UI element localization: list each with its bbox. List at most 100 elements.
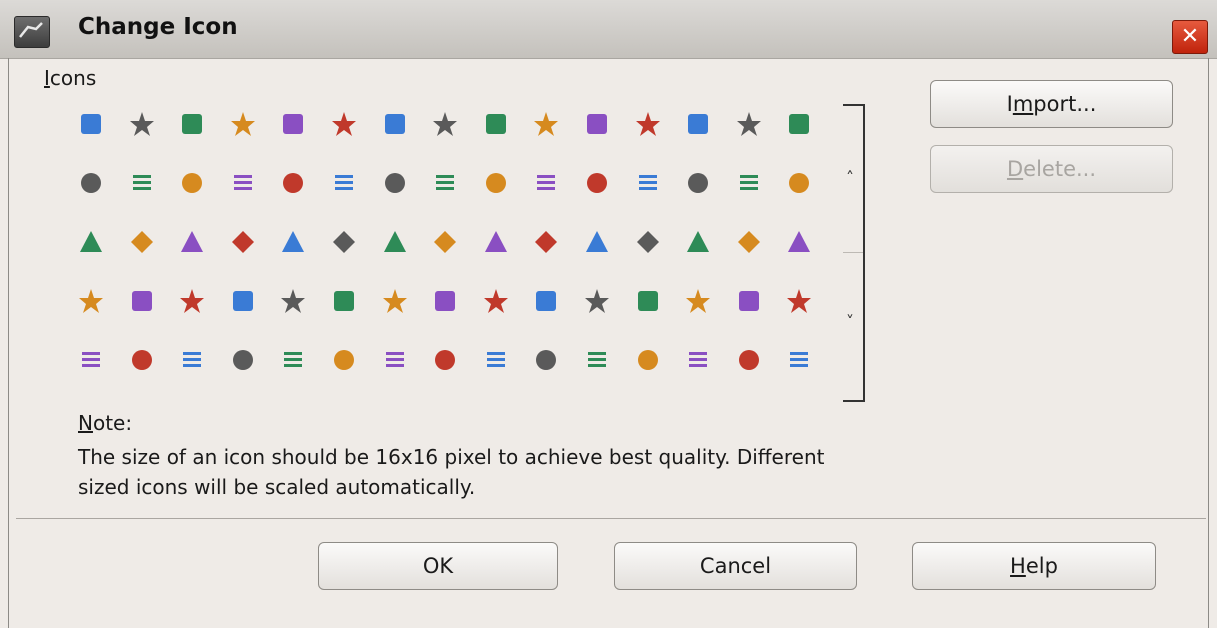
import-label-end: port... <box>1033 92 1097 116</box>
image-landscape-icon[interactable] <box>479 284 513 318</box>
align-left-icon[interactable] <box>580 107 614 141</box>
frame-icon[interactable] <box>631 107 665 141</box>
diamond-icon[interactable] <box>276 284 310 318</box>
align-center-icon[interactable] <box>378 284 412 318</box>
window-border-left <box>8 58 9 628</box>
delete-label-mnemonic: D <box>1006 157 1024 181</box>
bracket-icon[interactable] <box>782 225 816 259</box>
icon-grid[interactable] <box>74 107 834 397</box>
triangle-filled-icon[interactable] <box>226 343 260 377</box>
cancel-button[interactable]: Cancel <box>614 542 857 590</box>
underline-icon[interactable] <box>529 343 563 377</box>
form-doc-icon[interactable] <box>74 284 108 318</box>
pin-flag-icon[interactable] <box>529 284 563 318</box>
play-star-icon[interactable] <box>125 284 159 318</box>
icons-label: Icons <box>44 66 96 90</box>
arrow-down-outline-icon[interactable] <box>580 284 614 318</box>
triangle-outline-icon[interactable] <box>580 343 614 377</box>
text-doc-icon[interactable] <box>74 343 108 377</box>
macro-scroll-icon[interactable] <box>74 107 108 141</box>
arc-curve-icon[interactable] <box>631 284 665 318</box>
square-split-icon[interactable] <box>631 343 665 377</box>
autospellcheck-icon[interactable] <box>175 107 209 141</box>
play-box-icon[interactable] <box>226 284 260 318</box>
insert-field-icon[interactable] <box>631 166 665 200</box>
window-border-right <box>1208 58 1209 628</box>
stepper-icon[interactable] <box>175 284 209 318</box>
cut-doc-icon[interactable] <box>175 343 209 377</box>
rounded-outline-icon[interactable] <box>428 225 462 259</box>
delete-label-end: elete... <box>1023 157 1097 181</box>
arrow-right-icon[interactable] <box>479 107 513 141</box>
user-edit-icon[interactable] <box>782 107 816 141</box>
slant-line-icon[interactable] <box>378 166 412 200</box>
calendar-icon[interactable] <box>226 166 260 200</box>
doc-list-icon[interactable] <box>378 225 412 259</box>
button-icon[interactable] <box>125 166 159 200</box>
folder-tab-icon[interactable] <box>125 343 159 377</box>
x-box-icon[interactable] <box>327 166 361 200</box>
abc-accent-icon[interactable] <box>479 166 513 200</box>
star-four-icon[interactable] <box>681 107 715 141</box>
merge-arrows-icon[interactable] <box>327 284 361 318</box>
scroll-down-icon[interactable]: ˅ <box>846 312 854 331</box>
edit-folder-icon[interactable] <box>327 343 361 377</box>
close-button[interactable]: ✕ <box>1172 20 1208 54</box>
stamp-icon[interactable] <box>428 166 462 200</box>
currency-percent-icon[interactable] <box>732 225 766 259</box>
footer-separator <box>16 518 1206 519</box>
triangle-down-icon[interactable] <box>479 225 513 259</box>
magic-wand-icon[interactable] <box>782 166 816 200</box>
cross-blue-icon[interactable] <box>175 225 209 259</box>
grid-small-icon[interactable] <box>732 166 766 200</box>
rounded-rect-icon[interactable] <box>74 225 108 259</box>
note-title-mnemonic: N <box>78 411 93 435</box>
double-button-icon[interactable] <box>125 225 159 259</box>
find-user-icon[interactable] <box>782 284 816 318</box>
callout-icon[interactable] <box>529 225 563 259</box>
table-yellow-icon[interactable] <box>732 343 766 377</box>
import-label-mnemonic: m <box>1012 92 1034 116</box>
pointer-icon[interactable] <box>681 225 715 259</box>
puzzle-icon[interactable] <box>276 107 310 141</box>
pdf-export-icon[interactable] <box>378 343 412 377</box>
import-button[interactable]: Im port... <box>930 80 1173 128</box>
oval-shape-icon[interactable] <box>226 107 260 141</box>
ole-object-icon[interactable] <box>479 343 513 377</box>
star-icon[interactable] <box>74 166 108 200</box>
ok-button[interactable]: OK <box>318 542 558 590</box>
square-blue-icon[interactable] <box>732 107 766 141</box>
align-justify-icon[interactable] <box>529 107 563 141</box>
swap-arrows-icon[interactable] <box>226 225 260 259</box>
change-icon-dialog: Change Icon ✕ Icons ˄ ˅ Im port... Delete… <box>0 0 1217 628</box>
note-title: Note: <box>78 411 132 435</box>
redo-arrow-icon[interactable] <box>732 284 766 318</box>
arrow-up-icon[interactable] <box>529 166 563 200</box>
scroll-up-icon[interactable]: ˄ <box>846 168 854 187</box>
list-box-icon[interactable] <box>681 284 715 318</box>
pencil-icon[interactable] <box>428 343 462 377</box>
form-grid-icon[interactable] <box>681 166 715 200</box>
dialog-title: Change Icon <box>78 14 238 40</box>
delete-button[interactable]: Delete... <box>930 145 1173 193</box>
table-grid-icon[interactable] <box>327 107 361 141</box>
spelling-abc-icon[interactable] <box>428 107 462 141</box>
note-text-line1: The size of an icon should be 16x16 pixe… <box>78 445 825 469</box>
title-bar: Change Icon ✕ <box>0 0 1217 59</box>
icon-list-frame <box>843 104 865 402</box>
star-burst-icon[interactable] <box>175 166 209 200</box>
minus-bar-icon[interactable] <box>276 225 310 259</box>
chevron-down-shape-icon[interactable] <box>580 225 614 259</box>
spiral-icon[interactable] <box>276 343 310 377</box>
zoom-page-icon[interactable] <box>631 225 665 259</box>
help-button[interactable]: Help <box>912 542 1156 590</box>
text-field-icon[interactable] <box>125 107 159 141</box>
col-split-icon[interactable] <box>580 166 614 200</box>
sort-az-icon[interactable] <box>378 107 412 141</box>
burst-dots-icon[interactable] <box>681 343 715 377</box>
note-text: The size of an icon should be 16x16 pixe… <box>78 442 1078 502</box>
floppy-disk-icon[interactable] <box>327 225 361 259</box>
form-design-icon[interactable] <box>782 343 816 377</box>
undo-icon[interactable] <box>428 284 462 318</box>
gear-star-icon[interactable] <box>276 166 310 200</box>
